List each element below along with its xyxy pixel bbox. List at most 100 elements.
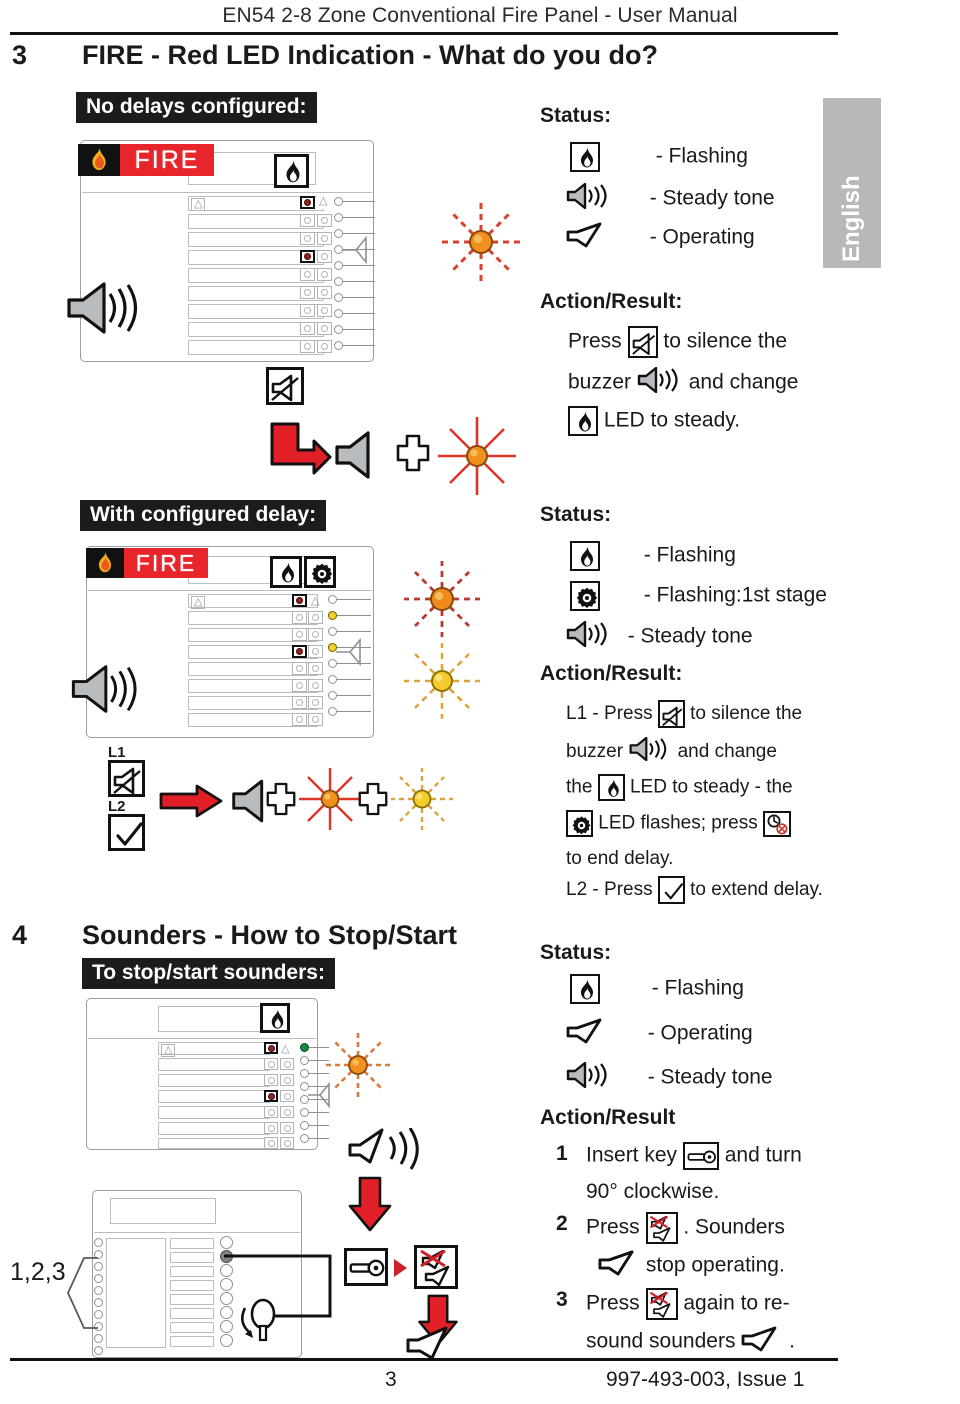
panel-separator bbox=[88, 590, 372, 591]
zone-led bbox=[317, 304, 332, 317]
fire-led-steady-burst bbox=[434, 414, 520, 503]
fire-banner-label: FIRE bbox=[124, 548, 208, 578]
action-a-line-1: Press to silence the bbox=[568, 326, 787, 358]
zone-led bbox=[264, 1074, 278, 1086]
zone-led-active bbox=[264, 1090, 278, 1102]
function-button bbox=[170, 1238, 214, 1249]
buzzer-silence-icon bbox=[627, 326, 658, 358]
zone-led bbox=[280, 1106, 294, 1118]
panel-separator bbox=[82, 192, 372, 193]
panel-buzzer-icon bbox=[66, 280, 138, 341]
step-3-line-2-pre: sound sounders bbox=[586, 1329, 742, 1353]
action-a-line-3: LED to steady. bbox=[568, 406, 740, 436]
status-row-a-1-text: - Flashing bbox=[655, 144, 748, 168]
step-1-line-2: 90° clockwise. bbox=[586, 1180, 720, 1203]
action-a-line-2: buzzer and change bbox=[568, 366, 799, 399]
zone-led bbox=[317, 232, 332, 245]
action-b-line-6-post: to extend delay. bbox=[690, 879, 823, 901]
action-b-line-6: L2 - Press to extend delay. bbox=[566, 876, 823, 904]
status-row-a-3-text: - Operating bbox=[649, 225, 755, 249]
status-row-b-2-text: - Flashing:1st stage bbox=[643, 583, 827, 607]
header-rule bbox=[10, 32, 838, 35]
zone-led-active bbox=[292, 645, 307, 658]
sounder-silence-icon bbox=[645, 1212, 678, 1244]
step-2-line-2-text: stop operating. bbox=[645, 1253, 785, 1277]
step-2-line-2: stop operating. bbox=[598, 1250, 785, 1282]
function-button bbox=[170, 1266, 214, 1277]
action-b-line-4: LED flashes; press bbox=[566, 810, 792, 837]
action-a-line-2-pre: buzzer bbox=[568, 370, 637, 394]
action-a-line-3-text: LED to steady. bbox=[603, 408, 741, 432]
zone-led bbox=[300, 286, 315, 299]
status-row-b-2: - Flashing:1st stage bbox=[570, 581, 827, 611]
step-2-line-1-pre: Press bbox=[586, 1215, 646, 1239]
status-row-a-3: - Operating bbox=[566, 222, 755, 254]
step-3-number: 3 bbox=[556, 1288, 568, 1311]
zone-led-active bbox=[300, 250, 315, 263]
zone-led bbox=[308, 696, 323, 709]
delay-gear-icon bbox=[566, 810, 593, 837]
panel-diagram-no-delay: FIRE △ △ bbox=[67, 130, 418, 370]
panel-fire-led-icon bbox=[260, 1003, 290, 1033]
zone-led bbox=[300, 268, 315, 281]
zone-row bbox=[158, 1090, 270, 1103]
zone-led bbox=[292, 662, 307, 675]
sounder-icon bbox=[566, 1018, 608, 1050]
zone-led bbox=[317, 322, 332, 335]
no-delays-configured-chip: No delays configured: bbox=[76, 92, 317, 124]
step-3-line-1: Press again to re- bbox=[586, 1288, 790, 1320]
zone-led bbox=[300, 304, 315, 317]
zone-row bbox=[158, 1058, 270, 1071]
delay-led-flashing-burst bbox=[388, 766, 456, 837]
with-configured-delay-chip: With configured delay: bbox=[80, 500, 327, 532]
action-b-line-2: buzzer and change bbox=[566, 736, 777, 767]
panel-separator bbox=[94, 1232, 300, 1233]
zone-led bbox=[317, 214, 332, 227]
step-1-line-1-pre: Insert key bbox=[586, 1143, 683, 1167]
stop-start-sounders-chip: To stop/start sounders: bbox=[82, 958, 335, 990]
sounder-icon bbox=[566, 222, 608, 254]
buzzer-icon bbox=[566, 620, 612, 653]
step-1-number: 1 bbox=[556, 1142, 568, 1165]
sounder-icon bbox=[406, 1326, 468, 1369]
footer-document-code: 997-493-003, Issue 1 bbox=[606, 1368, 805, 1391]
status-row-4-3: - Steady tone bbox=[566, 1061, 773, 1094]
zone-led bbox=[280, 1058, 294, 1070]
language-tab: English bbox=[823, 98, 881, 268]
zone-led bbox=[300, 340, 315, 353]
buzzer-icon bbox=[566, 1061, 612, 1094]
zone-led bbox=[292, 679, 307, 692]
zone-row bbox=[158, 1074, 270, 1087]
fire-alarm-banner: FIRE bbox=[78, 144, 214, 176]
zone-led bbox=[264, 1058, 278, 1070]
panel-lcd bbox=[158, 1006, 270, 1032]
action-a-line-1-post: to silence the bbox=[663, 329, 788, 353]
action-b-line-1-post: to silence the bbox=[690, 703, 803, 725]
action-b-line-1-pre: L1 - Press bbox=[566, 703, 658, 725]
action-b-line-6-pre: L2 - Press bbox=[566, 879, 658, 901]
step-3-line-1-post: again to re- bbox=[683, 1291, 790, 1315]
action-b-line-2-post: and change bbox=[677, 741, 777, 763]
plus-icon bbox=[266, 782, 296, 821]
footer-page-number: 3 bbox=[385, 1368, 397, 1391]
fire-led-icon bbox=[568, 406, 598, 436]
fire-banner-label: FIRE bbox=[120, 144, 214, 176]
zone-led bbox=[317, 250, 332, 263]
status-row-4-1-text: - Flashing bbox=[651, 976, 744, 1000]
zone-led bbox=[308, 679, 323, 692]
step-2-line-1: Press . Sounders bbox=[586, 1212, 785, 1244]
status-row-a-2: - Steady tone bbox=[566, 182, 775, 215]
steps-marker: 1,2,3 bbox=[10, 1258, 66, 1286]
status-row-b-1: - Flashing bbox=[570, 541, 736, 571]
small-red-arrow bbox=[394, 1259, 407, 1277]
zone-led bbox=[308, 662, 323, 675]
key-turn-icon bbox=[240, 1298, 276, 1342]
step-2-line-1-post: . Sounders bbox=[683, 1215, 785, 1239]
zone-led bbox=[308, 611, 323, 624]
action-heading-4: Action/Result bbox=[540, 1106, 676, 1129]
action-b-line-3-pre: the bbox=[566, 776, 598, 798]
manual-page: EN54 2-8 Zone Conventional Fire Panel - … bbox=[0, 0, 960, 1404]
panel-lcd bbox=[110, 1198, 216, 1224]
zone-led bbox=[300, 322, 315, 335]
zone-led bbox=[308, 645, 323, 658]
